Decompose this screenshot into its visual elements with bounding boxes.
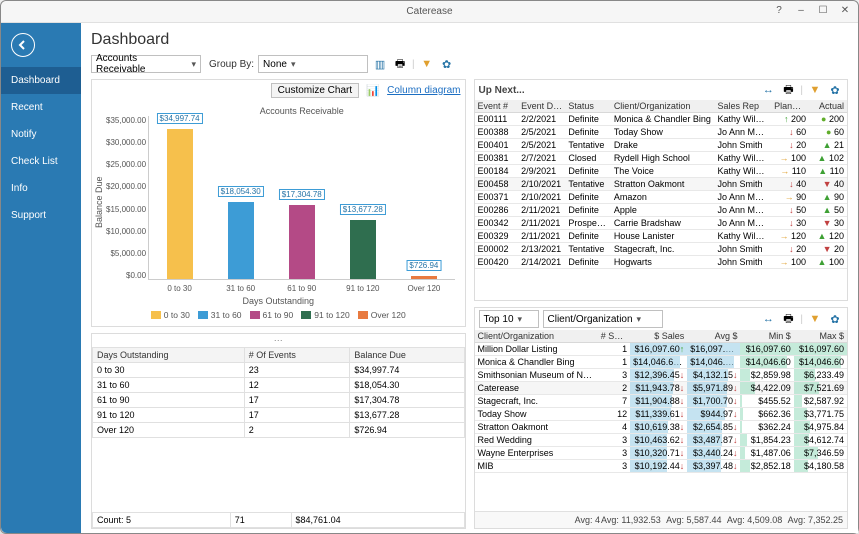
top10-print-icon[interactable]: 🖶 <box>780 311 796 327</box>
top10-row[interactable]: Smithsonian Museum of Natural Hi…3$12,39… <box>475 369 848 382</box>
upnext-refresh-icon[interactable]: ↔ <box>760 82 776 98</box>
maximize-icon[interactable]: ☐ <box>816 3 830 17</box>
top10-row[interactable]: Monica & Chandler Bing1$14,046.60→$14,04… <box>475 356 848 369</box>
upnext-title: Up Next... <box>479 85 525 96</box>
legend-item: 0 to 30 <box>151 310 190 320</box>
chart-bar[interactable]: $726.94Over 120 <box>411 276 437 279</box>
close-icon[interactable]: ✕ <box>838 3 852 17</box>
columns-icon[interactable]: ▥ <box>372 56 388 72</box>
top10-row[interactable]: Wayne Enterprises3$10,320.71↓$3,440.24↓$… <box>475 447 848 460</box>
legend-item: 31 to 60 <box>198 310 242 320</box>
minimize-icon[interactable]: – <box>794 3 808 17</box>
top10-row[interactable]: MIB3$10,192.44↓$3,397.48↓$2,852.18$4,180… <box>475 460 848 473</box>
upnext-row[interactable]: E003712/10/2021DefiniteAmazonJo Ann Muln… <box>475 191 848 204</box>
upnext-row[interactable]: E002862/11/2021DefiniteAppleJo Ann Mulni… <box>475 204 848 217</box>
upnext-row[interactable]: E001842/9/2021DefiniteThe VoiceKathy Wil… <box>475 165 848 178</box>
sidebar-item-dashboard[interactable]: Dashboard <box>1 67 81 94</box>
filter-icon[interactable]: ▼ <box>419 56 435 72</box>
back-button[interactable] <box>11 33 35 57</box>
chart-bar[interactable]: $34,997.740 to 30 <box>167 129 193 279</box>
legend-item: 61 to 90 <box>250 310 294 320</box>
sidebar-item-notify[interactable]: Notify <box>1 121 81 148</box>
upnext-print-icon[interactable]: 🖶 <box>780 82 796 98</box>
group-by-select[interactable]: None▾ <box>258 55 368 73</box>
legend-item: Over 120 <box>358 310 406 320</box>
top10-row[interactable]: Stratton Oakmont4$10,619.38↓$2,654.85↓$3… <box>475 421 848 434</box>
upnext-row[interactable]: E001112/2/2021DefiniteMonica & Chandler … <box>475 113 848 126</box>
upnext-row[interactable]: E000022/13/2021TentativeStagecraft, Inc.… <box>475 243 848 256</box>
upnext-settings-icon[interactable]: ✿ <box>827 82 843 98</box>
top10-settings-icon[interactable]: ✿ <box>827 311 843 327</box>
upnext-row[interactable]: E004012/5/2021TentativeDrakeJohn Smith↓ … <box>475 139 848 152</box>
top10-select[interactable]: Top 10▾ <box>479 310 539 328</box>
table-row[interactable]: 61 to 9017$17,304.78 <box>93 393 465 408</box>
upnext-row[interactable]: E003812/7/2021ClosedRydell High SchoolKa… <box>475 152 848 165</box>
upnext-grid[interactable]: Event #Event DateStatusClient/Organizati… <box>475 100 848 300</box>
days-table[interactable]: Days Outstanding# Of EventsBalance Due 0… <box>92 347 465 438</box>
upnext-row[interactable]: E003292/11/2021DefiniteHouse LanisterKat… <box>475 230 848 243</box>
chart-bar[interactable]: $17,304.7861 to 90 <box>289 205 315 279</box>
table-row[interactable]: 0 to 3023$34,997.74 <box>93 363 465 378</box>
settings-icon[interactable]: ✿ <box>439 56 455 72</box>
chart-type-icon[interactable]: 📊 <box>365 82 381 98</box>
days-events-total: 71 <box>230 513 291 528</box>
account-select[interactable]: Accounts Receivable▾ <box>91 55 201 73</box>
upnext-row[interactable]: E004582/10/2021TentativeStratton Oakmont… <box>475 178 848 191</box>
customize-chart-button[interactable]: Customize Chart <box>271 83 359 98</box>
top10-filter-icon[interactable]: ▼ <box>807 311 823 327</box>
top10-refresh-icon[interactable]: ↔ <box>760 311 776 327</box>
page-title: Dashboard <box>91 29 848 55</box>
legend-item: 91 to 120 <box>301 310 349 320</box>
print-icon[interactable]: 🖶 <box>392 56 408 72</box>
table-row[interactable]: 91 to 12017$13,677.28 <box>93 408 465 423</box>
window-title: Caterease <box>406 6 452 17</box>
upnext-filter-icon[interactable]: ▼ <box>807 82 823 98</box>
top10-field-select[interactable]: Client/Organization▾ <box>543 310 663 328</box>
column-diagram-link[interactable]: Column diagram <box>387 85 460 96</box>
chart-bar[interactable]: $13,677.2891 to 120 <box>350 220 376 279</box>
upnext-row[interactable]: E004202/14/2021DefiniteHogwartsJohn Smit… <box>475 256 848 269</box>
group-by-label: Group By: <box>209 59 254 70</box>
days-balance-total: $84,761.04 <box>291 513 464 528</box>
top10-row[interactable]: Today Show12$11,339.61↓$944.97↓$662.36$3… <box>475 408 848 421</box>
sidebar-item-support[interactable]: Support <box>1 202 81 229</box>
days-count: Count: 5 <box>93 513 231 528</box>
upnext-row[interactable]: E003882/5/2021DefiniteToday ShowJo Ann M… <box>475 126 848 139</box>
top10-grid[interactable]: Client/Organization# Sales$ SalesAvg $Mi… <box>475 330 848 511</box>
help-icon[interactable]: ? <box>772 3 786 17</box>
top10-row[interactable]: Caterease2$11,943.78↓$5,971.89↓$4,422.09… <box>475 382 848 395</box>
chart-y-label: Balance Due <box>94 104 104 300</box>
upnext-row[interactable]: E003422/11/2021ProspectiveCarrie Bradsha… <box>475 217 848 230</box>
top10-row[interactable]: Red Wedding3$10,463.62↓$3,487.87↓$1,854.… <box>475 434 848 447</box>
table-row[interactable]: Over 1202$726.94 <box>93 423 465 438</box>
top10-row[interactable]: Stagecraft, Inc.7$11,904.88↓$1,700.70↓$4… <box>475 395 848 408</box>
sidebar-item-info[interactable]: Info <box>1 175 81 202</box>
sidebar-item-recent[interactable]: Recent <box>1 94 81 121</box>
table-row[interactable]: 31 to 6012$18,054.30 <box>93 378 465 393</box>
chart-bar[interactable]: $18,054.3031 to 60 <box>228 202 254 279</box>
top10-row[interactable]: Million Dollar Listing1$16,097.60↑$16,09… <box>475 343 848 356</box>
sidebar-item-check-list[interactable]: Check List <box>1 148 81 175</box>
